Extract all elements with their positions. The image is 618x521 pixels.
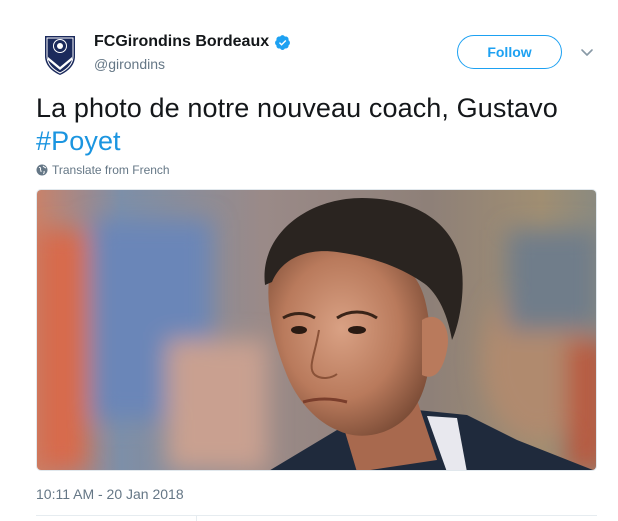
coach-portrait-photo <box>37 190 596 470</box>
author-name-row[interactable]: FCGirondins Bordeaux <box>94 33 291 51</box>
hashtag-link[interactable]: #Poyet <box>36 126 121 156</box>
verified-badge-icon <box>275 34 291 50</box>
fc-girondins-crest-icon <box>36 30 84 78</box>
tweet-photo[interactable] <box>36 189 597 471</box>
translate-link[interactable]: Translate from French <box>36 163 170 177</box>
author-handle[interactable]: @girondins <box>94 56 165 72</box>
tweet-text: La photo de notre nouveau coach, Gustavo… <box>36 92 596 158</box>
follow-button[interactable]: Follow <box>457 35 562 69</box>
tweet-timestamp[interactable]: 10:11 AM - 20 Jan 2018 <box>36 486 184 502</box>
more-options-chevron-icon[interactable] <box>578 43 596 61</box>
translate-label[interactable]: Translate from French <box>52 163 170 177</box>
tweet-text-body: La photo de notre nouveau coach, Gustavo <box>36 93 558 123</box>
chevron-down-icon <box>581 49 593 56</box>
divider-tick <box>196 515 197 521</box>
globe-icon <box>36 164 48 176</box>
author-display-name[interactable]: FCGirondins Bordeaux <box>94 33 269 51</box>
avatar[interactable] <box>36 30 84 78</box>
divider <box>36 515 597 516</box>
